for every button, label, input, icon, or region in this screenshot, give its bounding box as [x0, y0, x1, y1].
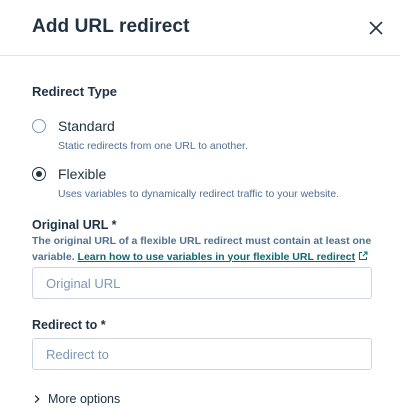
- radio-standard-help: Static redirects from one URL to another…: [58, 140, 248, 152]
- add-url-redirect-panel: Add URL redirect Redirect Type Standard …: [0, 0, 400, 419]
- close-button[interactable]: [364, 16, 388, 40]
- radio-flexible-label[interactable]: Flexible: [58, 166, 106, 182]
- more-options-toggle[interactable]: More options: [32, 390, 120, 408]
- external-link-icon: [359, 251, 368, 260]
- panel-header: Add URL redirect: [0, 0, 400, 56]
- original-url-input[interactable]: [32, 267, 372, 299]
- redirect-to-input[interactable]: [32, 338, 372, 370]
- radio-flexible-help: Uses variables to dynamically redirect t…: [58, 188, 340, 200]
- panel-title: Add URL redirect: [32, 16, 190, 37]
- radio-flexible[interactable]: [32, 167, 46, 181]
- variables-help-link[interactable]: Learn how to use variables in your flexi…: [78, 251, 356, 263]
- original-url-help: The original URL of a flexible URL redir…: [32, 234, 377, 265]
- more-options-label: More options: [48, 392, 121, 406]
- radio-standard[interactable]: [32, 119, 46, 133]
- close-icon: [369, 21, 383, 35]
- chevron-right-icon: [34, 395, 40, 403]
- original-url-label: Original URL *: [32, 218, 117, 232]
- redirect-to-label: Redirect to *: [32, 318, 106, 332]
- radio-standard-label[interactable]: Standard: [58, 118, 115, 134]
- redirect-type-label: Redirect Type: [32, 84, 118, 99]
